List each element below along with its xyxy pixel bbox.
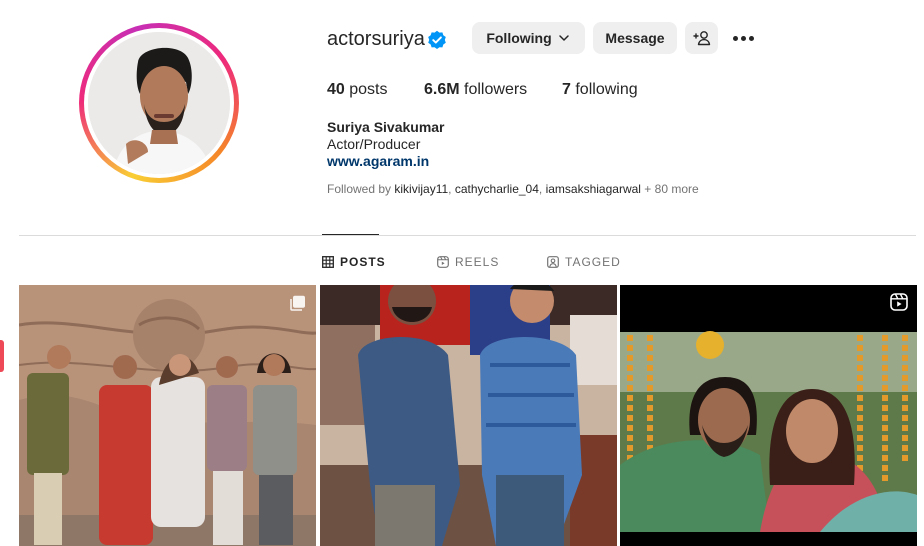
tagged-icon [547, 256, 559, 268]
post-image [19, 285, 316, 546]
avatar-gap [84, 28, 234, 178]
tabs-divider [19, 235, 916, 236]
tab-posts[interactable]: POSTS [322, 255, 386, 269]
following-button[interactable]: Following [472, 22, 585, 54]
reels-icon [437, 256, 449, 268]
tab-reels[interactable]: REELS [437, 255, 499, 269]
verified-badge-icon [428, 30, 446, 49]
tab-tagged[interactable]: TAGGED [547, 255, 621, 269]
chevron-down-icon [558, 35, 569, 41]
tab-reels-label: REELS [455, 255, 500, 269]
active-tab-indicator [322, 234, 379, 235]
avatar-photo-illustration [88, 32, 230, 174]
followed-by-user: iamsakshiagarwal [545, 182, 641, 196]
tab-posts-label: POSTS [340, 255, 386, 269]
username: actorsuriya [327, 28, 425, 50]
post-image [620, 285, 917, 546]
followed-by-user: kikivijay11 [394, 182, 449, 196]
profile-category: Actor/Producer [327, 136, 421, 152]
grid-icon [322, 256, 334, 268]
avatar[interactable] [88, 32, 230, 174]
post-image [320, 285, 617, 546]
full-name: Suriya Sivakumar [327, 119, 445, 135]
message-button-label: Message [605, 30, 665, 46]
suggested-users-button[interactable] [685, 22, 718, 54]
profile-avatar-ring[interactable] [79, 23, 239, 183]
following-button-label: Following [486, 30, 552, 46]
post-tile[interactable] [19, 285, 316, 546]
bio-link[interactable]: www.agaram.in [327, 153, 429, 169]
followed-by[interactable]: Followed by kikivijay11, cathycharlie_04… [327, 182, 699, 196]
more-options-icon[interactable] [733, 31, 755, 45]
post-tile[interactable] [620, 285, 917, 546]
post-tile[interactable] [320, 285, 617, 546]
following-count-stat[interactable]: 7 following [562, 81, 638, 99]
side-notification-marker [0, 340, 4, 372]
reel-icon [890, 293, 908, 311]
multiple-posts-icon [290, 295, 305, 311]
posts-count-stat: 40 posts [327, 81, 388, 98]
followed-by-more: + 80 more [644, 182, 699, 196]
followers-count-stat[interactable]: 6.6M followers [424, 81, 527, 99]
tab-tagged-label: TAGGED [565, 255, 621, 269]
followed-by-user: cathycharlie_04 [454, 182, 539, 196]
message-button[interactable]: Message [593, 22, 677, 54]
add-user-icon [692, 31, 710, 46]
